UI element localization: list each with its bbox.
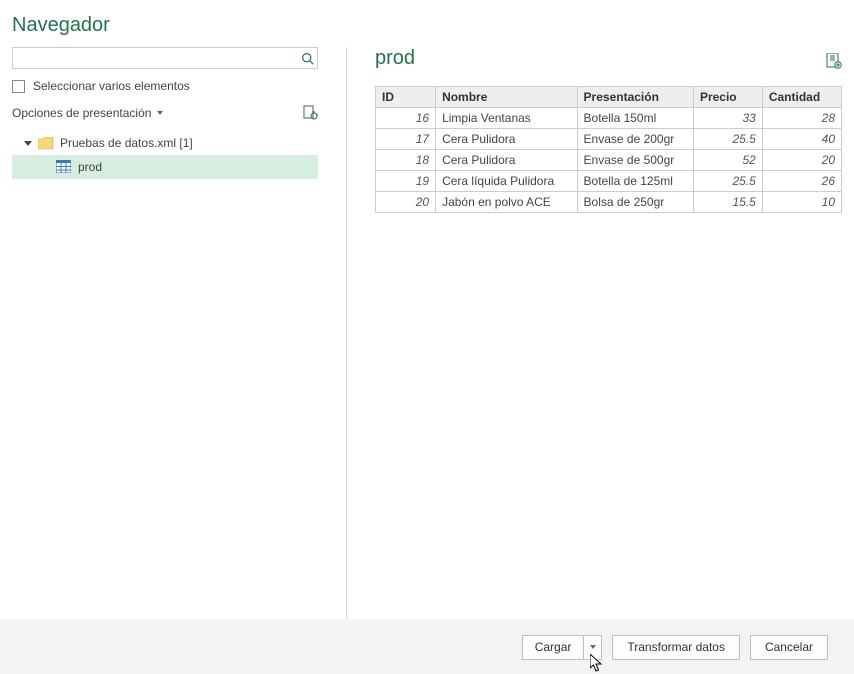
search-icon[interactable] (297, 48, 317, 68)
tree-root-item[interactable]: Pruebas de datos.xml [1] (12, 131, 318, 155)
cell-precio: 33 (693, 108, 762, 129)
cell-presentacion: Bolsa de 250gr (577, 192, 693, 213)
transform-data-button[interactable]: Transformar datos (612, 635, 740, 660)
cell-nombre: Jabón en polvo ACE (436, 192, 577, 213)
column-header[interactable]: Precio (693, 87, 762, 108)
navigator-panel: Seleccionar varios elementos Opciones de… (12, 47, 318, 619)
table-icon (56, 160, 72, 174)
tree-item-label: prod (78, 160, 102, 174)
search-field-wrapper (12, 47, 318, 69)
multi-select-label: Seleccionar varios elementos (33, 79, 190, 93)
table-row[interactable]: 17Cera PulidoraEnvase de 200gr25.540 (376, 129, 842, 150)
column-header[interactable]: Nombre (436, 87, 577, 108)
preview-table: ID Nombre Presentación Precio Cantidad 1… (375, 86, 842, 213)
cell-precio: 15.5 (693, 192, 762, 213)
table-row[interactable]: 18Cera PulidoraEnvase de 500gr5220 (376, 150, 842, 171)
table-row[interactable]: 19Cera líquida PulidoraBotella de 125ml2… (376, 171, 842, 192)
cell-nombre: Cera Pulidora (436, 129, 577, 150)
cell-id: 18 (376, 150, 436, 171)
chevron-down-icon (157, 111, 163, 115)
cell-presentacion: Envase de 500gr (577, 150, 693, 171)
search-input[interactable] (13, 49, 297, 67)
cancel-button[interactable]: Cancelar (750, 635, 828, 660)
cell-cantidad: 10 (762, 192, 841, 213)
column-header[interactable]: Presentación (577, 87, 693, 108)
cell-id: 19 (376, 171, 436, 192)
tree-root-label: Pruebas de datos.xml [1] (60, 136, 193, 150)
cell-nombre: Cera Pulidora (436, 150, 577, 171)
vertical-divider (346, 47, 347, 619)
cell-id: 20 (376, 192, 436, 213)
source-tree: Pruebas de datos.xml [1] prod (12, 131, 318, 179)
display-options-dropdown[interactable]: Opciones de presentación (12, 106, 163, 120)
column-header[interactable]: Cantidad (762, 87, 841, 108)
load-button[interactable]: Cargar (522, 635, 585, 660)
checkbox-icon (12, 80, 25, 93)
cell-cantidad: 26 (762, 171, 841, 192)
load-dropdown-button[interactable] (584, 635, 602, 660)
footer: Cargar Transformar datos Cancelar (0, 619, 854, 674)
display-options-label: Opciones de presentación (12, 106, 151, 120)
expand-collapse-icon[interactable] (24, 141, 32, 146)
cell-cantidad: 40 (762, 129, 841, 150)
cell-presentacion: Envase de 200gr (577, 129, 693, 150)
cell-precio: 25.5 (693, 171, 762, 192)
preview-settings-icon[interactable] (826, 53, 842, 69)
cell-precio: 25.5 (693, 129, 762, 150)
load-split-button: Cargar (522, 635, 603, 660)
table-row[interactable]: 16Limpia VentanasBotella 150ml3328 (376, 108, 842, 129)
cell-presentacion: Botella 150ml (577, 108, 693, 129)
cell-precio: 52 (693, 150, 762, 171)
preview-panel: prod ID Nombre (375, 47, 842, 619)
folder-icon (38, 137, 54, 150)
preview-title: prod (375, 47, 415, 70)
cell-cantidad: 20 (762, 150, 841, 171)
column-header[interactable]: ID (376, 87, 436, 108)
cell-id: 16 (376, 108, 436, 129)
cell-id: 17 (376, 129, 436, 150)
multi-select-option[interactable]: Seleccionar varios elementos (12, 79, 318, 93)
table-row[interactable]: 20Jabón en polvo ACEBolsa de 250gr15.510 (376, 192, 842, 213)
refresh-icon[interactable] (302, 105, 318, 121)
cell-nombre: Limpia Ventanas (436, 108, 577, 129)
cell-cantidad: 28 (762, 108, 841, 129)
chevron-down-icon (590, 645, 596, 649)
tree-item-prod[interactable]: prod (12, 155, 318, 179)
cell-nombre: Cera líquida Pulidora (436, 171, 577, 192)
cell-presentacion: Botella de 125ml (577, 171, 693, 192)
dialog-title: Navegador (0, 0, 854, 47)
